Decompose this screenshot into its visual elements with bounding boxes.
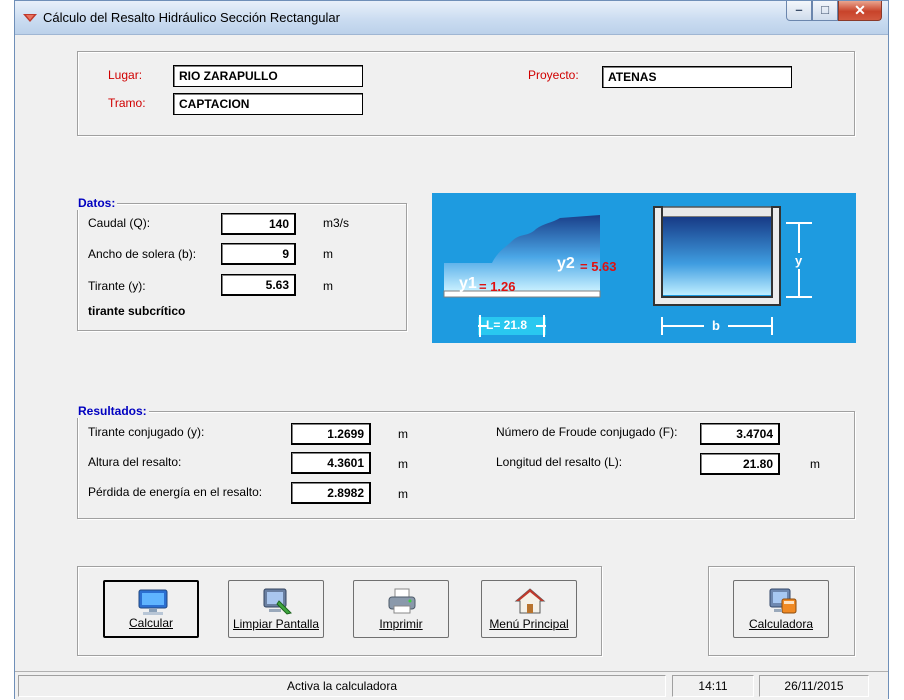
b-label: b bbox=[712, 318, 720, 333]
calculadora-panel: Calculadora bbox=[708, 566, 855, 656]
altura-label: Altura del resalto: bbox=[88, 455, 182, 469]
calculadora-button[interactable]: Calculadora bbox=[733, 580, 829, 638]
y1-value: = 1.26 bbox=[479, 279, 516, 294]
longitud-label: Longitud del resalto (L): bbox=[496, 455, 623, 469]
calcular-button[interactable]: Calcular bbox=[103, 580, 199, 638]
status-time: 14:11 bbox=[672, 675, 754, 697]
menu-principal-label: Menú Principal bbox=[489, 617, 569, 631]
close-icon: ✕ bbox=[854, 2, 866, 18]
y2-symbol: y2 bbox=[557, 255, 575, 272]
caudal-field[interactable]: 140 bbox=[221, 213, 296, 235]
maximize-icon: □ bbox=[821, 2, 829, 17]
resultados-panel: Resultados: Tirante conjugado (y): 1.269… bbox=[76, 404, 855, 519]
froude-field[interactable]: 3.4704 bbox=[700, 423, 780, 445]
calcular-label: Calcular bbox=[128, 616, 173, 630]
monitor-icon bbox=[138, 589, 168, 615]
froude-label: Número de Froude conjugado (F): bbox=[496, 425, 678, 439]
length-label: L= 21.8 bbox=[486, 318, 528, 332]
close-button[interactable]: ✕ bbox=[838, 1, 882, 21]
imprimir-label: Imprimir bbox=[379, 617, 423, 631]
caudal-unit: m3/s bbox=[323, 216, 350, 230]
minimize-button[interactable]: – bbox=[786, 1, 812, 21]
datos-panel: Datos: Caudal (Q): 140 m3/s Ancho de sol… bbox=[76, 196, 407, 331]
main-window: Cálculo del Resalto Hidráulico Sección R… bbox=[14, 0, 889, 700]
datos-legend: Datos: bbox=[76, 196, 118, 210]
proyecto-label: Proyecto: bbox=[528, 68, 579, 82]
actions-panel: Calcular Limpiar Pantalla Imprimir Menú … bbox=[77, 566, 602, 656]
clean-screen-icon bbox=[263, 588, 292, 615]
tramo-label: Tramo: bbox=[108, 96, 146, 110]
longitud-unit: m bbox=[810, 457, 820, 471]
perdida-unit: m bbox=[398, 487, 408, 501]
longitud-field[interactable]: 21.80 bbox=[700, 453, 780, 475]
caudal-label: Caudal (Q): bbox=[88, 216, 151, 230]
ancho-label: Ancho de solera (b): bbox=[88, 247, 197, 261]
home-icon bbox=[514, 588, 546, 614]
conjugado-field[interactable]: 1.2699 bbox=[291, 423, 371, 445]
menu-principal-button[interactable]: Menú Principal bbox=[481, 580, 577, 638]
lugar-label: Lugar: bbox=[108, 68, 143, 82]
window-title: Cálculo del Resalto Hidráulico Sección R… bbox=[43, 10, 340, 25]
calculator-icon bbox=[769, 588, 797, 614]
tirante-label: Tirante (y): bbox=[88, 279, 146, 293]
resultados-legend: Resultados: bbox=[76, 404, 149, 418]
conjugado-label: Tirante conjugado (y): bbox=[88, 425, 205, 439]
maximize-button[interactable]: □ bbox=[812, 1, 838, 21]
ancho-field[interactable]: 9 bbox=[221, 243, 296, 265]
title-bar[interactable]: Cálculo del Resalto Hidráulico Sección R… bbox=[15, 1, 888, 35]
y2-value: = 5.63 bbox=[580, 259, 617, 274]
app-icon bbox=[23, 14, 37, 22]
altura-field[interactable]: 4.3601 bbox=[291, 452, 371, 474]
limpiar-button[interactable]: Limpiar Pantalla bbox=[228, 580, 324, 638]
imprimir-button[interactable]: Imprimir bbox=[353, 580, 449, 638]
proyecto-field[interactable]: ATENAS bbox=[602, 66, 792, 88]
tramo-field[interactable]: CAPTACION bbox=[173, 93, 363, 115]
limpiar-label: Limpiar Pantalla bbox=[232, 617, 320, 631]
y-label: y bbox=[795, 253, 803, 268]
altura-unit: m bbox=[398, 457, 408, 471]
hydraulic-jump-diagram: y1 = 1.26 y2 = 5.63 L= 21.8 b y bbox=[432, 193, 856, 343]
perdida-field[interactable]: 2.8982 bbox=[291, 482, 371, 504]
minimize-icon: – bbox=[795, 2, 803, 17]
status-bar: Activa la calculadora 14:11 26/11/2015 bbox=[15, 671, 888, 700]
y1-symbol: y1 bbox=[459, 275, 477, 292]
calculadora-label: Calculadora bbox=[748, 617, 814, 631]
status-message: Activa la calculadora bbox=[18, 675, 666, 697]
lugar-field[interactable]: RIO ZARAPULLO bbox=[173, 65, 363, 87]
conjugado-unit: m bbox=[398, 427, 408, 441]
tirante-status: tirante subcrítico bbox=[88, 304, 186, 318]
status-date: 26/11/2015 bbox=[759, 675, 869, 697]
printer-icon bbox=[388, 588, 416, 614]
ancho-unit: m bbox=[323, 247, 333, 261]
tirante-field[interactable]: 5.63 bbox=[221, 274, 296, 296]
header-panel: Lugar: RIO ZARAPULLO Tramo: CAPTACION Pr… bbox=[77, 51, 855, 136]
tirante-unit: m bbox=[323, 279, 333, 293]
perdida-label: Pérdida de energía en el resalto: bbox=[88, 485, 263, 499]
